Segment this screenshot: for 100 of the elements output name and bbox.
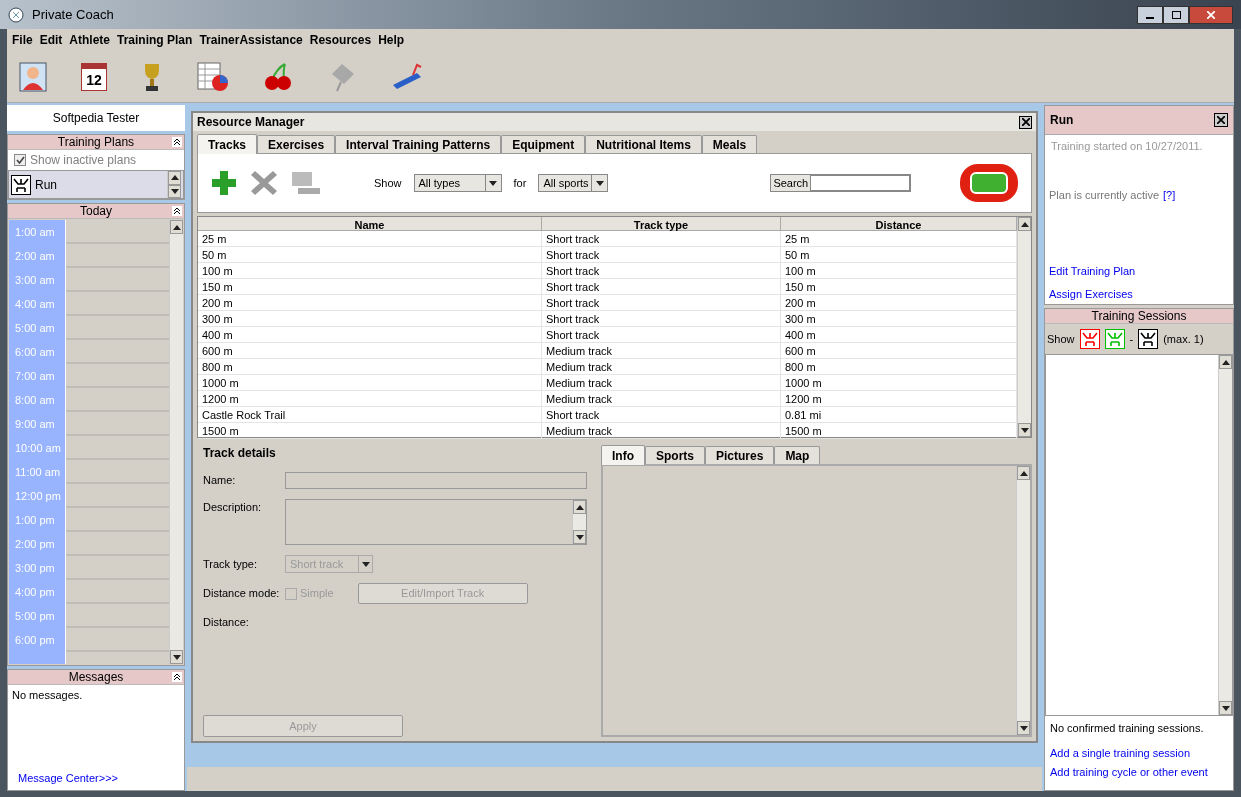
tab[interactable]: Info	[601, 445, 645, 465]
caret-icon	[361, 561, 370, 567]
checkbox[interactable]	[14, 154, 26, 166]
hour-label: 5:00 am	[14, 321, 56, 336]
spreadsheet-chart-icon[interactable]	[197, 61, 229, 92]
tab[interactable]: Nutritional Items	[585, 135, 702, 153]
tab[interactable]: Sports	[645, 446, 705, 464]
scrollbar[interactable]	[1016, 466, 1030, 735]
treadmill-icon[interactable]	[391, 62, 423, 91]
session-link[interactable]: Add training cycle or other event	[1050, 764, 1228, 781]
table-cell: Medium track	[542, 423, 781, 438]
scrollbar[interactable]	[1218, 355, 1232, 715]
plan-link[interactable]: Edit Training Plan	[1049, 263, 1229, 280]
menu-item[interactable]: Edit	[39, 31, 63, 49]
delete-icon[interactable]	[250, 169, 278, 197]
search-field[interactable]: Search	[770, 174, 912, 192]
add-icon[interactable]	[210, 169, 238, 197]
collapse-icon[interactable]	[172, 206, 182, 216]
for-label: for	[513, 175, 527, 191]
hour-label: 2:00 pm	[14, 537, 56, 552]
field-label: Track type:	[203, 556, 258, 572]
minimize-button[interactable]	[1137, 5, 1163, 24]
table-cell: Short track	[542, 263, 781, 278]
session-link[interactable]: Add a single training session	[1050, 744, 1228, 761]
plan-icon	[11, 174, 31, 195]
panel-header: Messages	[8, 670, 184, 685]
checkbox-label: Simple	[300, 586, 334, 602]
table-cell: Short track	[542, 247, 781, 262]
tab[interactable]: Interval Training Patterns	[335, 135, 502, 153]
checkbox[interactable]	[285, 587, 297, 600]
training-started-text: Training started on 10/27/2011.	[1050, 139, 1204, 154]
section-title: Track details	[203, 445, 277, 462]
menu-item[interactable]: TrainerAssistance	[199, 31, 303, 49]
scrollbar[interactable]	[572, 500, 586, 544]
stadium-icon	[959, 161, 1019, 205]
menu-item[interactable]: Training Plan	[117, 31, 193, 49]
person-icon[interactable]	[19, 61, 47, 92]
hour-label: 2:00 am	[14, 249, 56, 264]
menu-item[interactable]: Help	[378, 31, 405, 49]
hour-label: 7:00 am	[14, 369, 56, 384]
type-dropdown[interactable]: All types	[413, 174, 502, 192]
table-cell: Medium track	[542, 343, 781, 358]
panel-title: Run	[1050, 112, 1074, 129]
menu-item[interactable]: Athlete	[69, 31, 110, 49]
arrow-icon	[172, 654, 181, 660]
athlete-name: Softpedia Tester	[7, 105, 185, 131]
calendar-icon[interactable]: 12	[81, 62, 107, 91]
hour-label: 8:00 am	[14, 393, 56, 408]
tab[interactable]: Exercises	[257, 135, 336, 153]
plan-icon[interactable]	[1138, 329, 1159, 349]
description-field[interactable]	[285, 499, 587, 545]
caret-icon	[595, 180, 604, 186]
message-center-link[interactable]: Message Center>>>	[18, 769, 184, 786]
menu-item[interactable]: File	[12, 31, 33, 49]
cherries-icon[interactable]	[263, 61, 293, 92]
tab[interactable]: Pictures	[705, 446, 775, 464]
sport-dropdown[interactable]: All sports	[538, 174, 609, 192]
table-cell: Short track	[542, 231, 781, 246]
column-header[interactable]: Name	[198, 217, 542, 230]
table-cell: Short track	[542, 295, 781, 310]
scrollbar[interactable]	[169, 220, 183, 664]
close-button[interactable]	[1019, 115, 1032, 129]
tab[interactable]: Meals	[701, 135, 758, 153]
scrollbar[interactable]	[167, 171, 181, 198]
tab[interactable]: Tracks	[197, 134, 258, 154]
collapse-icon[interactable]	[172, 672, 182, 682]
hour-label: 5:00 pm	[14, 609, 56, 624]
maximize-icon	[1171, 10, 1181, 19]
sessions-empty-text: No confirmed training sessions.	[1050, 721, 1205, 736]
arrow-icon	[172, 224, 181, 230]
menu-item[interactable]: Resources	[309, 31, 372, 49]
table-cell: Medium track	[542, 359, 781, 374]
panel-header: Training Plans	[8, 135, 184, 150]
table-cell: Castle Rock Trail	[198, 407, 542, 422]
tab[interactable]: Equipment	[501, 135, 586, 153]
column-header[interactable]: Track type	[542, 217, 781, 230]
table-cell: 600 m	[198, 343, 542, 358]
table-cell: Short track	[542, 279, 781, 294]
hour-label: 6:00 pm	[14, 633, 56, 648]
table-cell: 400 m	[198, 327, 542, 342]
collapse-icon[interactable]	[172, 137, 182, 147]
app-icon	[8, 6, 24, 23]
panel-header: Training Sessions	[1045, 309, 1233, 324]
check-icon	[15, 156, 25, 164]
caret-icon	[489, 180, 498, 186]
tab[interactable]: Map	[774, 446, 821, 464]
close-button[interactable]	[1214, 113, 1228, 127]
plan-item[interactable]: Run	[8, 170, 184, 199]
maximize-button[interactable]	[1163, 5, 1189, 24]
table-cell: Short track	[542, 407, 781, 422]
field-label: Description:	[203, 500, 263, 515]
plan-link[interactable]: Assign Exercises	[1049, 285, 1229, 302]
help-link[interactable]: [?]	[1163, 186, 1176, 203]
minimize-icon	[1146, 16, 1154, 19]
name-field[interactable]	[285, 472, 587, 489]
table-cell: 1500 m	[198, 423, 542, 438]
scrollbar[interactable]	[1017, 217, 1031, 437]
close-button[interactable]	[1189, 5, 1233, 24]
separator-text: -	[1129, 331, 1134, 347]
hour-label: 1:00 am	[14, 225, 56, 240]
